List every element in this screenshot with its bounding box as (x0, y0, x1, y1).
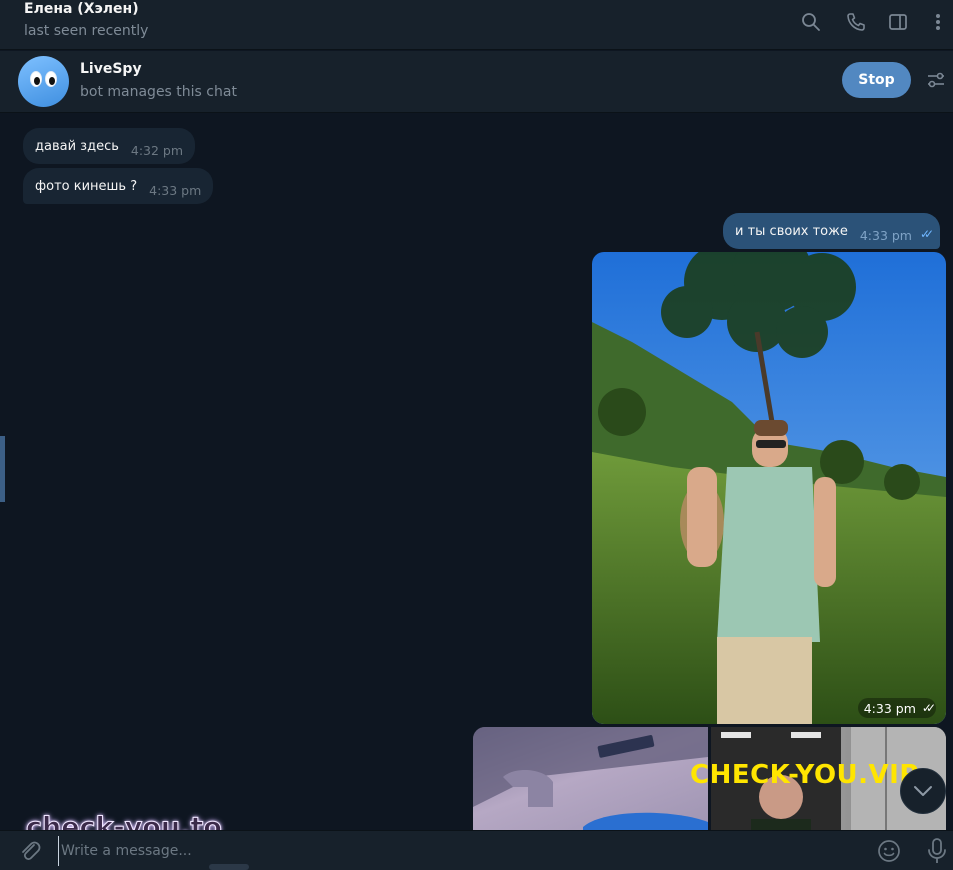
emoji-icon[interactable] (877, 839, 901, 863)
watermark-vip: CHECK-YOU.VIP (690, 760, 919, 790)
chevron-down-icon (914, 786, 932, 796)
filter-settings-icon[interactable] (925, 69, 949, 93)
message-time: 4:33 pm (149, 182, 202, 198)
photo-message[interactable]: 4:33 pm ✓✓ (592, 252, 946, 724)
message-text: давай здесь (35, 138, 119, 154)
more-icon[interactable] (926, 10, 950, 34)
resize-handle[interactable] (209, 864, 249, 870)
sidebar-toggle-icon[interactable] (886, 10, 910, 34)
contact-name[interactable]: Елена (Хэлен) (24, 1, 139, 17)
search-icon[interactable] (799, 10, 823, 34)
phone-icon[interactable] (844, 10, 868, 34)
message-text: и ты своих тоже (735, 223, 848, 239)
eye-icon (45, 71, 57, 87)
bot-name[interactable]: LiveSpy (80, 61, 142, 77)
stop-bot-button[interactable]: Stop (842, 62, 911, 98)
photo-time: 4:33 pm ✓✓ (857, 698, 936, 718)
message-composer (0, 830, 953, 870)
eye-icon (30, 71, 42, 87)
message-bubble-incoming[interactable]: фото кинешь ? 4:33 pm (23, 168, 214, 204)
double-check-icon: ✓✓ (921, 701, 936, 715)
message-list[interactable]: давай здесь 4:32 pm фото кинешь ? 4:33 p… (0, 114, 953, 830)
scrollbar-indicator (0, 436, 5, 502)
contact-status: last seen recently (24, 23, 149, 39)
message-time: 4:33 pm (859, 227, 912, 243)
photo-image (592, 252, 946, 724)
album-photo[interactable] (473, 727, 708, 830)
message-bubble-incoming[interactable]: давай здесь 4:32 pm (23, 128, 196, 164)
microphone-icon[interactable] (925, 837, 949, 865)
photo-image (473, 727, 708, 830)
message-time: 4:32 pm (130, 142, 184, 158)
message-bubble-outgoing[interactable]: и ты своих тоже 4:33 pm ✓✓ (723, 213, 941, 249)
scroll-down-button[interactable] (900, 768, 946, 814)
message-time: 4:33 pm (863, 700, 916, 716)
double-check-icon: ✓✓ (919, 227, 934, 241)
message-text: фото кинешь ? (35, 178, 138, 194)
bot-avatar[interactable] (18, 56, 69, 107)
bot-manager-bar: LiveSpy bot manages this chat Stop (0, 51, 953, 113)
attach-icon[interactable] (18, 839, 42, 863)
message-input[interactable] (58, 836, 838, 866)
bot-subtitle: bot manages this chat (80, 84, 237, 100)
chat-header: Елена (Хэлен) last seen recently (0, 0, 953, 50)
